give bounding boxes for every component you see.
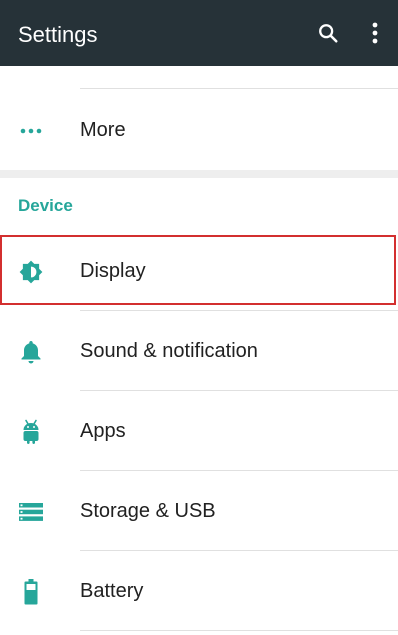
- app-bar: Settings: [0, 0, 398, 66]
- settings-item-apps[interactable]: Apps: [0, 391, 398, 471]
- settings-item-label: Sound & notification: [80, 339, 258, 362]
- more-horiz-icon: [18, 118, 44, 144]
- settings-item-label: More: [80, 118, 126, 141]
- more-vert-icon: [372, 22, 378, 44]
- overflow-menu-button[interactable]: [357, 15, 393, 51]
- search-button[interactable]: [310, 15, 346, 51]
- settings-item-label: Storage & USB: [80, 499, 216, 522]
- settings-item-sound[interactable]: Sound & notification: [0, 311, 398, 391]
- section-separator: [0, 170, 398, 178]
- settings-item-battery[interactable]: Battery: [0, 551, 398, 631]
- section-header-device: Device: [18, 196, 73, 215]
- battery-icon: [18, 579, 44, 605]
- bell-icon: [18, 339, 44, 365]
- divider: [80, 88, 398, 89]
- settings-item-label: Apps: [80, 419, 126, 442]
- settings-item-more[interactable]: More: [0, 90, 398, 170]
- selection-highlight: [0, 235, 396, 305]
- storage-icon: [18, 499, 44, 525]
- settings-item-label: Battery: [80, 579, 144, 602]
- divider: [80, 630, 398, 631]
- android-icon: [18, 419, 44, 445]
- page-title: Settings: [18, 22, 98, 47]
- search-icon: [319, 24, 338, 43]
- settings-item-storage[interactable]: Storage & USB: [0, 471, 398, 551]
